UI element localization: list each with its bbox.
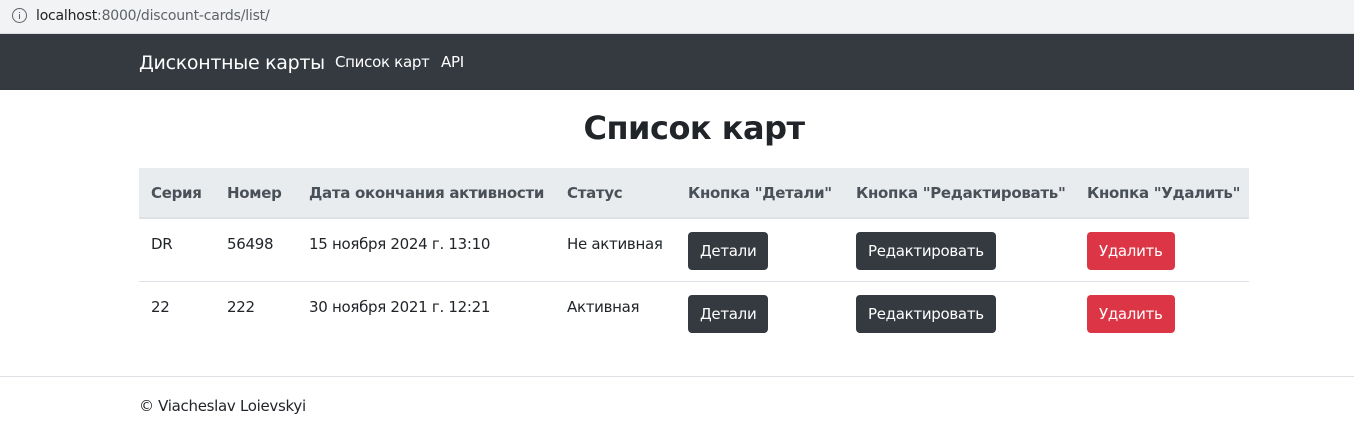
cell-series: DR: [151, 235, 173, 253]
cell-edit: Редактировать: [844, 218, 1075, 281]
cell-details: Детали: [676, 218, 844, 281]
header-edit-button: Кнопка "Редактировать": [844, 168, 1075, 219]
cell-edit: Редактировать: [844, 281, 1075, 344]
page-title: Список карт: [583, 109, 805, 147]
delete-button[interactable]: Удалить: [1087, 294, 1175, 333]
cards-table: Серия Номер Дата окончания активности Ст…: [139, 168, 1249, 344]
url-path: :8000/discount-cards/list/: [97, 8, 270, 24]
details-button[interactable]: Детали: [688, 294, 769, 333]
details-button[interactable]: Детали: [688, 232, 769, 270]
header-delete-button: Кнопка "Удалить": [1075, 168, 1249, 219]
table-body: DR 56498 15 ноября 2024 г. 13:10 Не акти…: [139, 218, 1249, 344]
table-header-row: Серия Номер Дата окончания активности Ст…: [139, 168, 1249, 219]
info-icon[interactable]: [12, 8, 27, 23]
delete-button[interactable]: Удалить: [1087, 232, 1175, 270]
edit-button[interactable]: Редактировать: [856, 232, 996, 270]
navbar: Дисконтные карты Список карт API: [0, 34, 1354, 90]
address-bar[interactable]: localhost:8000/discount-cards/list/: [0, 0, 1354, 34]
table-row: DR 56498 15 ноября 2024 г. 13:10 Не акти…: [139, 218, 1249, 281]
url-text[interactable]: localhost:8000/discount-cards/list/: [36, 8, 270, 24]
header-expiry-date: Дата окончания активности: [297, 168, 555, 219]
cell-number: 222: [227, 297, 255, 316]
cell-status: Активная: [567, 297, 640, 316]
table-row: 22 222 30 ноября 2021 г. 12:21 Активная …: [139, 281, 1249, 344]
cards-table-wrapper: Серия Номер Дата окончания активности Ст…: [139, 168, 1249, 344]
edit-button[interactable]: Редактировать: [856, 294, 996, 333]
table-header: Серия Номер Дата окончания активности Ст…: [139, 168, 1249, 219]
navbar-brand[interactable]: Дисконтные карты: [139, 52, 325, 74]
header-number: Номер: [215, 168, 297, 219]
footer-copyright: © Viacheslav Loievskyi: [139, 397, 306, 415]
cell-delete: Удалить: [1075, 281, 1249, 344]
cell-delete: Удалить: [1075, 218, 1249, 281]
header-status: Статус: [555, 168, 676, 219]
cell-expiry-date: 15 ноября 2024 г. 13:10: [309, 235, 491, 253]
cell-number: 56498: [227, 235, 274, 253]
nav-link-api[interactable]: API: [441, 53, 464, 71]
cell-series: 22: [151, 297, 170, 316]
nav-link-card-list[interactable]: Список карт: [335, 53, 430, 71]
url-host: localhost: [36, 8, 98, 24]
footer-divider: [0, 376, 1354, 377]
cell-expiry-date: 30 ноября 2021 г. 12:21: [309, 297, 491, 316]
cell-details: Детали: [676, 281, 844, 344]
header-details-button: Кнопка "Детали": [676, 168, 844, 219]
cell-status: Не активная: [567, 235, 663, 253]
header-series: Серия: [139, 168, 215, 219]
